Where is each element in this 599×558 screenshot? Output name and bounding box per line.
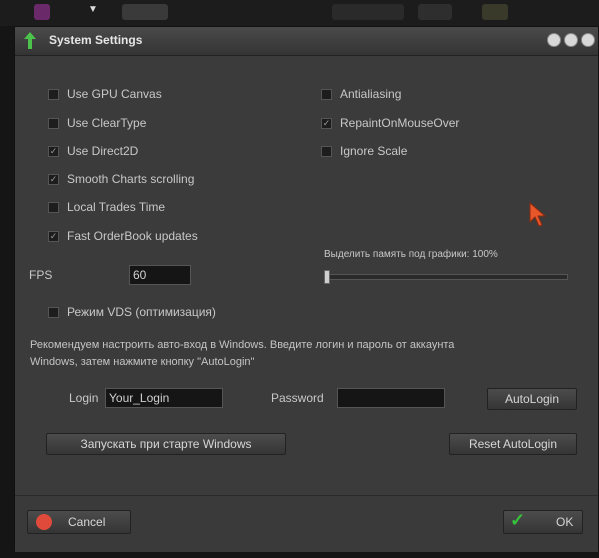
ok-button[interactable]: ✓ OK — [503, 510, 583, 534]
window-title: System Settings — [49, 33, 143, 47]
option-antialiasing[interactable]: Antialiasing — [321, 85, 401, 103]
checkbox[interactable] — [48, 117, 59, 129]
option-vds-mode[interactable]: Режим VDS (оптимизация) — [48, 303, 216, 321]
hint-line-2: Windows, затем нажмите кнопку "AutoLogin… — [30, 356, 255, 368]
system-settings-dialog: System Settings Use GPU Canvas Use Clear… — [14, 26, 599, 552]
memory-slider[interactable] — [324, 274, 568, 280]
checkbox-checked[interactable]: ✓ — [48, 145, 59, 157]
option-label: Fast OrderBook updates — [67, 229, 198, 243]
option-label: Local Trades Time — [67, 200, 166, 214]
memory-label: Выделить память под графики: 100% — [324, 249, 498, 260]
option-label: Smooth Charts scrolling — [67, 172, 195, 186]
background-toolbar: ▼ — [0, 0, 599, 26]
fps-input[interactable]: 60 — [129, 265, 191, 285]
autologin-hint: Рекомендуем настроить авто-вход в Window… — [30, 337, 590, 371]
option-label: Режим VDS (оптимизация) — [67, 305, 216, 319]
title-bar[interactable]: System Settings — [15, 27, 598, 56]
option-label: Antialiasing — [340, 87, 402, 101]
autologin-button[interactable]: AutoLogin — [487, 388, 577, 410]
checkbox-checked[interactable]: ✓ — [321, 117, 332, 129]
toolbar-field — [332, 4, 404, 20]
cancel-label: Cancel — [68, 515, 106, 529]
ok-label: OK — [556, 515, 574, 529]
checkbox-checked[interactable]: ✓ — [48, 230, 59, 242]
close-button[interactable] — [581, 33, 595, 47]
reset-autologin-button[interactable]: Reset AutoLogin — [449, 433, 577, 455]
option-repaint-on-mouse-over[interactable]: ✓ RepaintOnMouseOver — [321, 114, 459, 132]
memory-slider-thumb[interactable] — [324, 270, 330, 284]
option-smooth-charts-scrolling[interactable]: ✓ Smooth Charts scrolling — [48, 170, 194, 188]
checkbox[interactable] — [48, 201, 59, 213]
option-label: RepaintOnMouseOver — [340, 116, 460, 130]
option-label: Use GPU Canvas — [67, 87, 162, 101]
dropdown-icon: ▼ — [88, 4, 98, 15]
password-label: Password — [271, 391, 324, 405]
password-input[interactable] — [337, 388, 445, 408]
option-ignore-scale[interactable]: Ignore Scale — [321, 142, 407, 160]
checkmark-icon: ✓ — [510, 510, 526, 530]
maximize-button[interactable] — [564, 33, 578, 47]
checkbox-checked[interactable]: ✓ — [48, 173, 59, 185]
dialog-footer: Cancel ✓ OK — [15, 495, 598, 552]
login-label: Login — [69, 391, 99, 405]
option-local-trades-time[interactable]: Local Trades Time — [48, 198, 165, 216]
run-at-windows-startup-button[interactable]: Запускать при старте Windows — [46, 433, 286, 455]
fps-label: FPS — [29, 268, 53, 282]
checkbox[interactable] — [321, 88, 332, 100]
cancel-icon — [36, 514, 52, 530]
minimize-button[interactable] — [547, 33, 561, 47]
option-label: Use ClearType — [67, 116, 147, 130]
toolbar-icon — [482, 4, 508, 20]
option-fast-orderbook-updates[interactable]: ✓ Fast OrderBook updates — [48, 227, 198, 245]
toolbar-button — [122, 4, 168, 20]
checkbox[interactable] — [48, 306, 59, 318]
login-input[interactable]: Your_Login — [105, 388, 223, 408]
mouse-cursor-icon — [529, 202, 547, 227]
cancel-button[interactable]: Cancel — [27, 510, 131, 534]
option-use-cleartype[interactable]: Use ClearType — [48, 114, 146, 132]
option-use-direct2d[interactable]: ✓ Use Direct2D — [48, 142, 138, 160]
checkbox[interactable] — [321, 145, 332, 157]
green-arrow-icon — [24, 32, 36, 49]
checkbox[interactable] — [48, 88, 59, 100]
option-label: Ignore Scale — [340, 144, 408, 158]
toolbar-button — [418, 4, 452, 20]
option-use-gpu-canvas[interactable]: Use GPU Canvas — [48, 85, 162, 103]
option-label: Use Direct2D — [67, 144, 139, 158]
app-icon — [34, 4, 50, 20]
hint-line-1: Рекомендуем настроить авто-вход в Window… — [30, 339, 455, 351]
